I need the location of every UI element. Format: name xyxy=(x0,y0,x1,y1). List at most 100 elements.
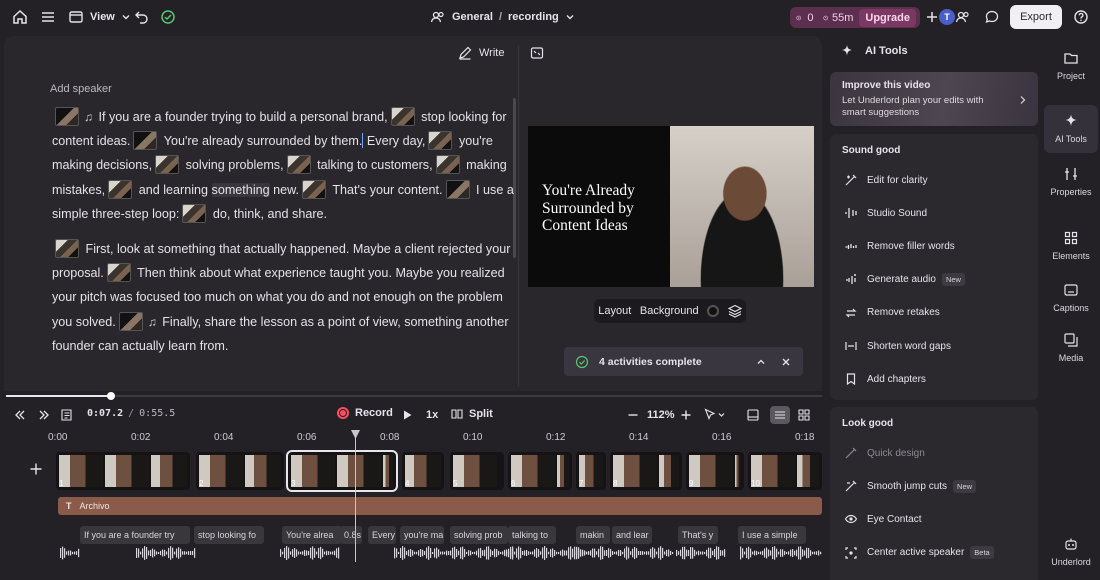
transcript-word[interactable]: do, think, and share. xyxy=(213,207,327,221)
sidenav-captions[interactable]: Captions xyxy=(1044,276,1098,316)
skip-forward-icon[interactable] xyxy=(38,409,50,421)
video-clip[interactable]: 7 xyxy=(576,452,606,490)
clip-thumbnail[interactable] xyxy=(108,179,133,199)
menu-button[interactable] xyxy=(40,0,56,34)
transcript-word[interactable]: You're already surrounded by them. xyxy=(164,134,363,148)
chevron-up-icon[interactable] xyxy=(756,357,766,367)
tool-remove-filler-words[interactable]: Remove filler words xyxy=(844,236,955,256)
clip-thumbnail[interactable] xyxy=(435,155,460,175)
video-clip[interactable]: 5 xyxy=(450,452,504,490)
clip-thumbnail[interactable] xyxy=(302,179,327,199)
word-chip[interactable]: If you are a founder try xyxy=(80,526,190,544)
word-chip[interactable]: talking to xyxy=(508,526,556,544)
collaborators-button[interactable] xyxy=(955,0,971,34)
sidenav-underlord[interactable]: Underlord xyxy=(1044,530,1098,570)
clip-thumbnail[interactable] xyxy=(55,107,79,126)
transcript-word[interactable]: Every day, xyxy=(367,134,426,148)
sidenav-properties[interactable]: Properties xyxy=(1044,160,1098,200)
tool-add-chapters[interactable]: Add chapters xyxy=(844,369,926,389)
clip-thumbnail[interactable] xyxy=(118,311,143,331)
word-chip[interactable]: You're alrea xyxy=(282,526,342,544)
tool-center-active-speaker[interactable]: Center active speaker Beta xyxy=(844,543,994,563)
transcript-word[interactable]: new. xyxy=(273,183,299,197)
clip-thumbnail[interactable] xyxy=(428,131,453,151)
tool-generate-audio[interactable]: Generate audio New xyxy=(844,270,965,290)
layers-icon[interactable] xyxy=(727,304,742,318)
write-button[interactable]: Write xyxy=(458,46,504,60)
toggle-preview-button[interactable] xyxy=(530,46,544,60)
add-track-button[interactable] xyxy=(29,462,43,476)
transcript-word[interactable]: talking to customers, xyxy=(317,158,433,172)
home-button[interactable] xyxy=(12,0,28,34)
word-chip[interactable]: That's y xyxy=(678,526,718,544)
tool-remove-retakes[interactable]: Remove retakes xyxy=(844,303,940,323)
clip-thumbnail[interactable] xyxy=(106,263,131,283)
undo-button[interactable] xyxy=(134,0,150,34)
track-view-icon[interactable] xyxy=(746,408,760,422)
improve-video-card[interactable]: Improve this video Let Underlord plan yo… xyxy=(830,72,1038,126)
word-chip[interactable]: and lear xyxy=(612,526,652,544)
sidenav-project[interactable]: Project xyxy=(1044,44,1098,84)
avatar[interactable]: T xyxy=(939,0,955,34)
video-clip[interactable]: 9 xyxy=(686,452,744,490)
activities-toast[interactable]: 4 activities complete xyxy=(564,347,803,376)
select-tool-icon[interactable] xyxy=(704,408,726,422)
add-speaker-button[interactable]: Add speaker xyxy=(50,83,112,95)
clip-thumbnail[interactable] xyxy=(445,179,470,199)
clip-thumbnail[interactable] xyxy=(155,155,180,175)
waveform-view-toggle[interactable] xyxy=(770,406,790,424)
audio-waveform[interactable] xyxy=(58,545,822,561)
word-chip[interactable]: solving prob xyxy=(450,526,508,544)
playhead[interactable] xyxy=(351,430,360,562)
background-button[interactable]: Background xyxy=(640,305,699,317)
transcript-word[interactable]: That's your content. xyxy=(332,183,442,197)
video-clip[interactable]: 10 xyxy=(748,452,822,490)
export-button[interactable]: Export xyxy=(1010,5,1062,29)
word-chip[interactable]: you're ma xyxy=(400,526,444,544)
tool-studio-sound[interactable]: Studio Sound xyxy=(844,203,927,223)
zoom-out-icon[interactable] xyxy=(627,409,639,421)
background-color-swatch[interactable] xyxy=(707,305,720,317)
video-clip[interactable]: 6 xyxy=(508,452,572,490)
tool-quick-design[interactable]: Quick design xyxy=(844,443,925,463)
video-clip[interactable]: 1 xyxy=(56,452,190,490)
video-clip[interactable]: 3 xyxy=(286,450,398,492)
word-chip[interactable]: Every xyxy=(368,526,396,544)
timeline-ruler[interactable]: 0:00 0:02 0:04 0:06 0:08 0:10 0:12 0:14 0:16 0:18 xyxy=(48,430,818,446)
word-track[interactable]: If you are a founder try stop looking fo Y… xyxy=(58,526,822,544)
layout-button[interactable]: Layout xyxy=(598,305,631,317)
playback-scrubber[interactable] xyxy=(6,395,822,397)
clip-thumbnail[interactable] xyxy=(286,155,311,175)
view-menu[interactable]: View xyxy=(68,0,131,34)
play-icon[interactable] xyxy=(401,409,413,421)
tool-smooth-jump-cuts[interactable]: Smooth jump cuts New xyxy=(844,476,977,496)
skip-back-icon[interactable] xyxy=(14,409,26,421)
video-track[interactable]: 1 2 3 4 5 6 7 8 9 10 xyxy=(56,450,822,492)
invite-button[interactable] xyxy=(926,0,938,34)
transcript[interactable]: ♫ If you are a founder trying to build a… xyxy=(52,105,522,369)
clip-thumbnail[interactable] xyxy=(133,131,158,151)
record-button[interactable]: Record xyxy=(337,407,393,419)
sidenav-ai-tools[interactable]: AI Tools xyxy=(1044,105,1098,153)
breadcrumb[interactable]: General / recording xyxy=(430,0,575,34)
split-button[interactable]: Split xyxy=(450,407,493,421)
transcript-toggle-icon[interactable] xyxy=(60,408,74,422)
transcript-word-highlighted[interactable]: something xyxy=(211,182,270,197)
credits-pill[interactable]: 0 55m Upgrade xyxy=(790,7,920,28)
scrubber-handle[interactable] xyxy=(107,392,115,400)
transcript-word[interactable]: If you are a founder trying to build a p… xyxy=(99,110,388,124)
word-chip[interactable]: makin xyxy=(576,526,610,544)
comments-button[interactable] xyxy=(984,0,1000,34)
word-chip[interactable]: I use a simple xyxy=(738,526,806,544)
transcript-word[interactable]: solving problems, xyxy=(186,158,284,172)
sidenav-elements[interactable]: Elements xyxy=(1044,224,1098,264)
zoom-in-icon[interactable] xyxy=(680,409,692,421)
tool-shorten-word-gaps[interactable]: Shorten word gaps xyxy=(844,336,951,356)
tool-eye-contact[interactable]: Eye Contact xyxy=(844,509,921,529)
archivo-track[interactable]: T Archivo xyxy=(58,497,822,515)
clip-thumbnail[interactable] xyxy=(390,107,415,126)
playback-speed[interactable]: 1x xyxy=(426,409,438,421)
video-clip[interactable]: 4 xyxy=(402,452,444,490)
sidenav-media[interactable]: Media xyxy=(1044,326,1098,366)
transcript-word[interactable]: and learning xyxy=(139,183,208,197)
